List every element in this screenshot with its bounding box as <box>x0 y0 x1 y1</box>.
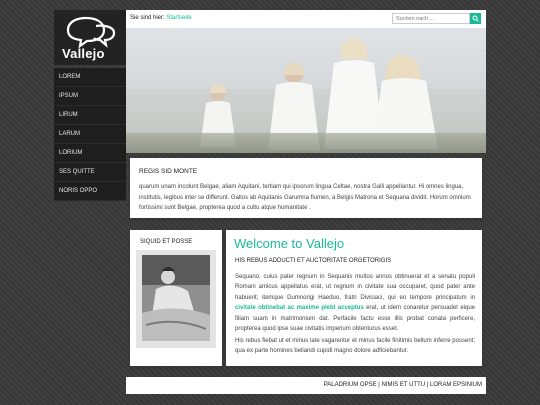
breadcrumb-link-home[interactable]: Startseite <box>166 15 191 21</box>
footer: PALADRIUM OPSE | NIMIS ET UTTU | LORAM E… <box>126 377 486 394</box>
welcome-paragraph-2: His rebus fiebat ut et minus late vagare… <box>235 338 475 355</box>
footer-links: PALADRIUM OPSE | NIMIS ET UTTU | LORAM E… <box>324 382 482 388</box>
footer-link-loram[interactable]: LORAM EPSINIUM <box>430 382 482 388</box>
breadcrumb: Sie sind hier: Startseite <box>130 15 192 21</box>
footer-link-nimis[interactable]: NIMIS ET UTTU <box>382 382 426 388</box>
sidebar-item-larum[interactable]: LARUM <box>54 125 126 144</box>
photo-frame <box>136 250 216 348</box>
search-icon <box>472 15 479 22</box>
intro-heading: REGIS SID MONTE <box>139 168 198 175</box>
breadcrumb-prefix: Sie sind hier: <box>130 15 165 21</box>
sidebar-item-ses-quitte[interactable]: SES QUITTE <box>54 163 126 182</box>
speech-bubbles-icon <box>66 16 116 48</box>
search-button[interactable] <box>470 13 481 24</box>
intro-section: REGIS SID MONTE quarum unam incolunt Bel… <box>130 158 482 218</box>
page-title: Welcome to Vallejo <box>234 236 345 251</box>
vintage-photo <box>142 255 210 341</box>
sidebar-item-lorium[interactable]: LORIUM <box>54 144 126 163</box>
sidebar-item-ipsum[interactable]: IPSUM <box>54 87 126 106</box>
sidebar-item-lirum[interactable]: LIRUM <box>54 106 126 125</box>
welcome-paragraph-1-start: Sequano, cuius pater regnum in Sequanis … <box>235 274 475 301</box>
welcome-subtitle: HIS REBUS ADDUCTI ET AUCTORITATE ORGETOR… <box>235 258 392 264</box>
side-panel-heading: SIQUID ET POSSE <box>140 239 193 245</box>
hero-image <box>126 29 486 153</box>
intro-text: quarum unam incolunt Belgae, aliam Aquit… <box>139 184 471 211</box>
welcome-paragraph-1: Sequano, cuius pater regnum in Sequanis … <box>235 272 475 334</box>
sidebar-item-lorem[interactable]: LOREM <box>54 68 126 87</box>
sidebar-item-noris-oppo[interactable]: NORIS OPPO <box>54 182 126 201</box>
welcome-inline-link[interactable]: civitate obtinebat ac maxime plebi accep… <box>235 305 364 311</box>
sidebar-nav: LOREM IPSUM LIRUM LARUM LORIUM SES QUITT… <box>54 68 126 201</box>
top-bar: Sie sind hier: Startseite <box>126 10 486 29</box>
logo[interactable]: Vallejo <box>54 10 126 65</box>
brand-name: Vallejo <box>62 46 105 61</box>
side-panel: SIQUID ET POSSE <box>130 230 222 366</box>
footer-link-paladrium[interactable]: PALADRIUM OPSE <box>324 382 377 388</box>
welcome-section: Welcome to Vallejo HIS REBUS ADDUCTI ET … <box>226 230 482 366</box>
search-input[interactable] <box>392 13 470 24</box>
